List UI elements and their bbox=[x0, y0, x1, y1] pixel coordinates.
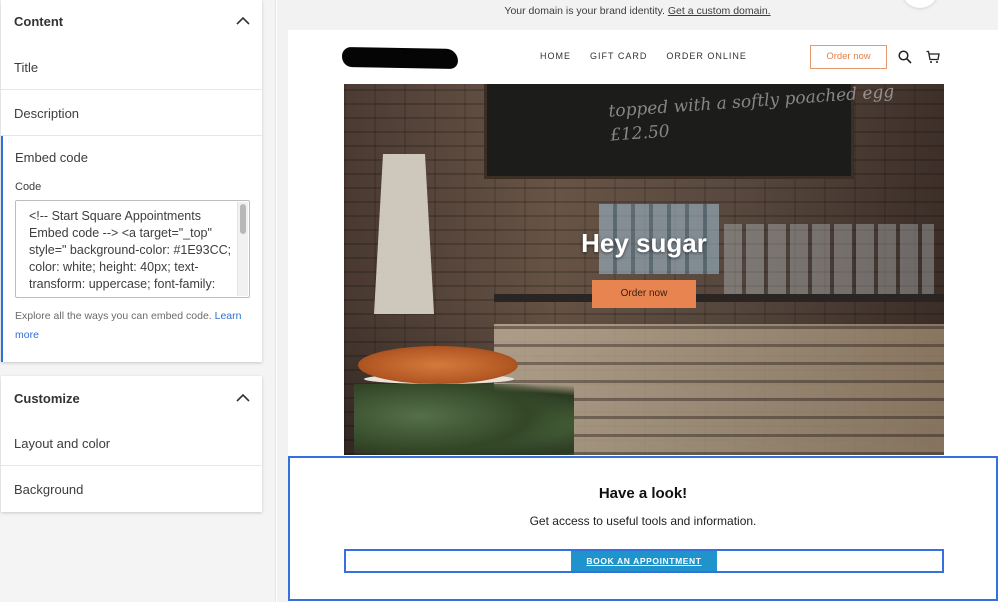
code-scroll-thumb[interactable] bbox=[240, 204, 246, 234]
embed-code-title[interactable]: Embed code bbox=[15, 150, 88, 165]
site-nav: HOME GIFT CARD ORDER ONLINE bbox=[540, 51, 747, 61]
plants bbox=[354, 384, 574, 455]
hero-title: Hey sugar bbox=[581, 228, 707, 258]
chevron-up-icon[interactable] bbox=[236, 16, 250, 26]
row-layout-color-label: Layout and color bbox=[14, 436, 111, 451]
nav-order-online[interactable]: ORDER ONLINE bbox=[666, 51, 747, 61]
content-card: Content Title Description Embed code Cod… bbox=[1, 0, 262, 362]
code-text[interactable]: <!-- Start Square Appointments Embed cod… bbox=[29, 208, 234, 293]
row-title[interactable]: Title bbox=[1, 44, 262, 90]
cart-icon[interactable] bbox=[926, 50, 940, 64]
embed-frame: BOOK AN APPOINTMENT bbox=[344, 549, 944, 573]
nav-gift-card[interactable]: GIFT CARD bbox=[590, 51, 647, 61]
chevron-up-icon[interactable] bbox=[236, 393, 250, 403]
embed-code-section: Embed code Code <!-- Start Square Appoin… bbox=[1, 136, 262, 362]
nav-home[interactable]: HOME bbox=[540, 51, 571, 61]
row-title-label: Title bbox=[14, 60, 39, 75]
row-description[interactable]: Description bbox=[1, 90, 262, 136]
site-header: HOME GIFT CARD ORDER ONLINE Order now bbox=[288, 30, 998, 84]
row-layout-color[interactable]: Layout and color bbox=[1, 420, 262, 466]
embed-help-text: Explore all the ways you can embed code. bbox=[15, 310, 212, 322]
embed-block[interactable]: Have a look! Get access to useful tools … bbox=[288, 456, 998, 601]
row-description-label: Description bbox=[14, 106, 80, 121]
hero-section: topped with a softly poached egg £12.50 … bbox=[344, 84, 944, 455]
domain-bar: Your domain is your brand identity. Get … bbox=[277, 0, 998, 22]
hero-order-button[interactable]: Order now bbox=[592, 280, 696, 308]
site-preview: Your domain is your brand identity. Get … bbox=[277, 0, 998, 602]
editor-panel: Content Title Description Embed code Cod… bbox=[0, 0, 276, 602]
domain-bar-text: Your domain is your brand identity. bbox=[504, 5, 665, 17]
code-scrollbar[interactable] bbox=[237, 202, 248, 296]
embed-help: Explore all the ways you can embed code.… bbox=[15, 307, 250, 345]
book-appointment-button[interactable]: BOOK AN APPOINTMENT bbox=[571, 551, 717, 571]
custom-domain-link[interactable]: Get a custom domain. bbox=[668, 5, 771, 17]
code-label: Code bbox=[15, 181, 42, 193]
look-title: Have a look! bbox=[598, 485, 688, 502]
customize-card: Customize Layout and color Background bbox=[1, 376, 262, 512]
shelf bbox=[494, 294, 944, 302]
customize-header[interactable]: Customize bbox=[1, 376, 262, 418]
row-background-label: Background bbox=[14, 482, 84, 497]
look-subtitle: Get access to useful tools and informati… bbox=[529, 514, 757, 528]
search-icon[interactable] bbox=[898, 50, 912, 64]
row-background[interactable]: Background bbox=[1, 466, 262, 512]
content-header[interactable]: Content bbox=[1, 0, 262, 42]
redacted-logo[interactable] bbox=[341, 46, 459, 70]
content-title: Content bbox=[14, 14, 64, 29]
code-textarea[interactable]: <!-- Start Square Appointments Embed cod… bbox=[15, 200, 250, 298]
header-order-button[interactable]: Order now bbox=[810, 45, 887, 69]
site-page: HOME GIFT CARD ORDER ONLINE Order now to… bbox=[288, 30, 998, 602]
customize-title: Customize bbox=[14, 391, 80, 406]
pie bbox=[358, 346, 518, 384]
